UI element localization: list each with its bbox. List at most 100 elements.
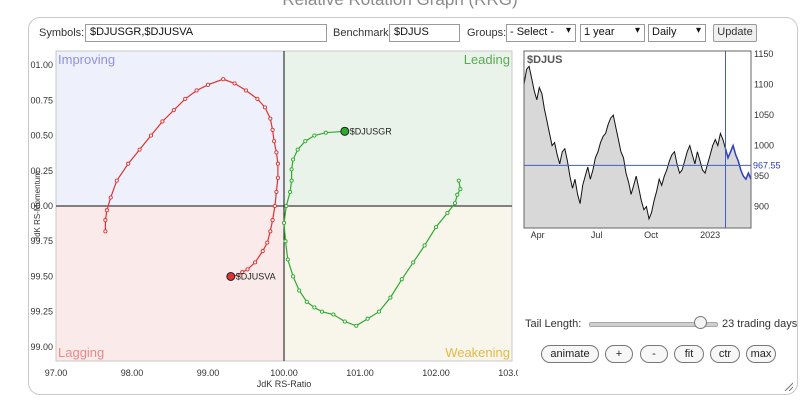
chevron-down-icon: ▾	[634, 25, 640, 36]
series-tail-point	[319, 309, 325, 314]
series-tail-point	[272, 203, 277, 209]
series-tail-point	[312, 133, 317, 138]
series-tail-point	[243, 88, 249, 93]
price-y-tick-label: 1000	[754, 141, 774, 151]
price-y-tick-label: 900	[754, 202, 769, 212]
quadrant-label-weakening: Weakening	[445, 345, 510, 360]
resize-handle-icon[interactable]	[783, 381, 793, 391]
groups-label: Groups:	[467, 27, 507, 39]
quadrant-label-lagging: Lagging	[58, 345, 104, 360]
animate-button[interactable]: animate	[541, 345, 599, 363]
series-tail-point	[458, 187, 463, 192]
series-tail-point	[422, 243, 427, 248]
series-tail-point	[268, 116, 273, 121]
frequency-select[interactable]: Daily ▾	[648, 24, 706, 42]
x-tick-label: 103.00	[498, 368, 518, 378]
series-tail-point	[456, 178, 461, 183]
series-tail-point	[331, 312, 336, 317]
groups-select[interactable]: - Select - ▾	[506, 24, 576, 42]
max-button[interactable]: max	[746, 345, 776, 363]
series-tail-point	[108, 195, 113, 200]
x-tick-label: 102.00	[422, 368, 450, 378]
series-tail-point	[262, 105, 268, 110]
series-tail-point	[323, 130, 328, 135]
benchmark-input[interactable]: $DJUS	[389, 24, 460, 42]
series-tail-point	[342, 319, 347, 324]
series-tail-point	[232, 81, 237, 86]
y-tick-label: 100.75	[30, 95, 53, 105]
zoom-in-button[interactable]: +	[605, 345, 633, 363]
series-tail-point	[183, 96, 188, 101]
period-select[interactable]: 1 year ▾	[580, 24, 645, 42]
series-tail-point	[126, 161, 131, 166]
tail-length-slider-handle[interactable]	[694, 316, 707, 329]
y-axis-label: JdK RS-Momentum	[33, 171, 42, 241]
series-tail-point	[284, 203, 289, 209]
zoom-out-button[interactable]: -	[640, 345, 668, 363]
series-head-point	[226, 271, 236, 281]
rrg-chart[interactable]: Improving Leading Lagging Weakening 97.00 98.…	[30, 47, 518, 389]
series-tail-point	[275, 175, 280, 180]
price-y-tick-label: 950	[754, 171, 769, 181]
series-tail-point	[411, 260, 416, 265]
series-tail-point	[304, 299, 309, 304]
symbols-input[interactable]: $DJUSGR,$DJUSVA	[85, 24, 327, 42]
series-tail-point	[452, 201, 458, 206]
series-tail-point	[376, 309, 382, 314]
series-tail-point	[103, 218, 108, 223]
series-tail-point	[288, 189, 293, 194]
series-tail-point	[265, 240, 270, 245]
series-tail-point	[274, 189, 279, 194]
y-tick-label: 99.00	[30, 342, 53, 352]
x-tick-label: 100.00	[270, 368, 298, 378]
groups-select-value: - Select -	[510, 26, 555, 38]
quadrant-weakening	[284, 206, 512, 361]
series-tail-point	[455, 192, 460, 197]
price-y-tick-label: 1050	[754, 110, 774, 120]
x-tick-label: 101.00	[346, 368, 374, 378]
series-tail-point	[289, 167, 294, 172]
series-tail-point	[291, 157, 296, 162]
series-tail-point	[137, 147, 142, 152]
series-tail-point	[285, 257, 290, 262]
x-tick-label: 99.00	[197, 368, 220, 378]
price-x-tick-label: Apr	[531, 230, 545, 240]
quadrant-label-leading: Leading	[464, 52, 510, 67]
series-tail-point	[289, 178, 294, 183]
price-x-tick-label: Oct	[644, 230, 659, 240]
tail-length-value: 23 trading days	[722, 318, 798, 330]
price-y-tick-label: 1100	[754, 80, 773, 90]
series-tail-point	[270, 218, 275, 223]
series-tail-point	[260, 249, 265, 254]
chevron-down-icon: ▾	[565, 25, 571, 36]
benchmark-label: Benchmark:	[333, 27, 392, 39]
series-tail-point	[303, 139, 308, 144]
quadrant-label-improving: Improving	[58, 52, 115, 67]
series-tail-point	[433, 225, 439, 230]
series-tail-point	[255, 96, 260, 101]
y-tick-label: 99.50	[30, 271, 53, 281]
series-tail-point	[171, 108, 176, 113]
series-tail-point	[114, 178, 119, 183]
fit-button[interactable]: fit	[674, 345, 704, 363]
series-tail-point	[297, 288, 302, 293]
quadrant-leading	[284, 51, 512, 206]
price-chart-title: $DJUS	[527, 54, 562, 66]
symbols-label: Symbols:	[39, 27, 85, 39]
quadrant-lagging	[56, 206, 284, 361]
y-tick-label: 99.25	[30, 307, 53, 317]
quadrant-improving	[56, 51, 284, 206]
period-select-value: 1 year	[584, 26, 615, 38]
center-button[interactable]: ctr	[710, 345, 740, 363]
series-tail-point	[148, 133, 154, 138]
frequency-select-value: Daily	[652, 26, 677, 38]
series-tail-point	[399, 277, 404, 282]
tail-length-label: Tail Length:	[525, 318, 582, 330]
update-button[interactable]: Update	[713, 24, 757, 42]
series-tail-point	[221, 77, 226, 82]
series-tail-point	[275, 161, 280, 166]
series-tail-point	[274, 150, 279, 155]
series-tail-point	[388, 295, 393, 300]
current-value-label: 967.55	[753, 160, 781, 170]
series-tail-point	[253, 260, 258, 265]
